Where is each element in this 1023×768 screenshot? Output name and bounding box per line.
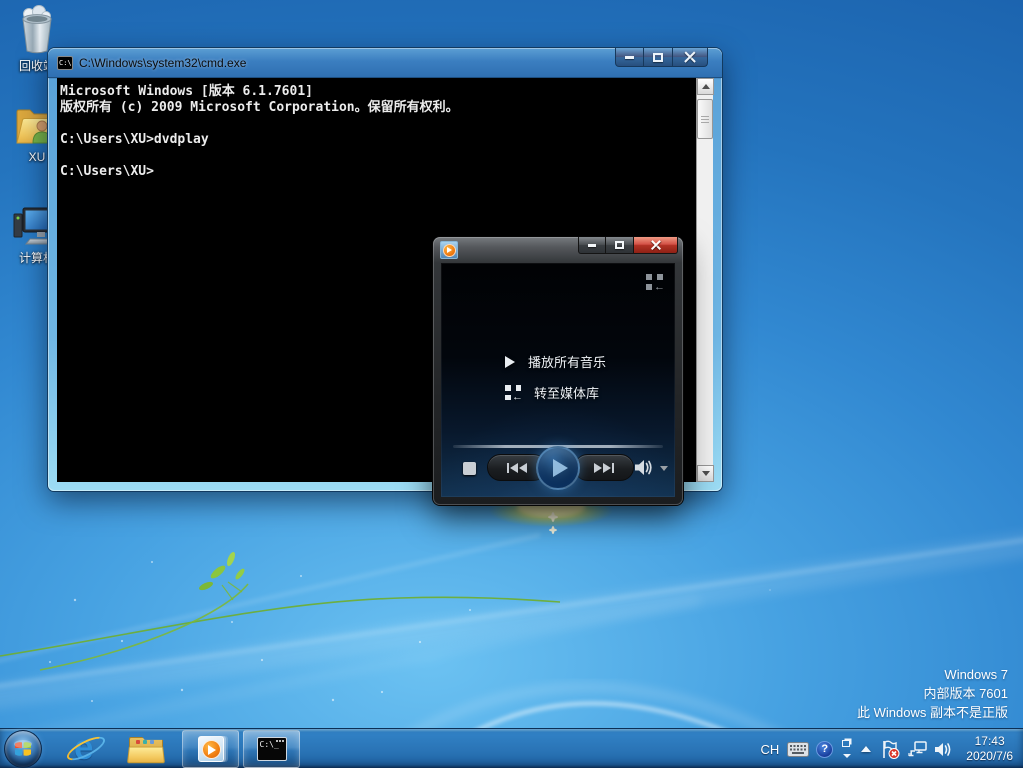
keyboard-icon: [787, 742, 809, 757]
maximize-button[interactable]: [644, 48, 673, 67]
close-button[interactable]: [673, 48, 708, 67]
console-line: [60, 116, 694, 132]
action-center-button[interactable]: [881, 740, 900, 759]
scroll-down-button[interactable]: [697, 465, 714, 482]
volume-dropdown-caret[interactable]: [660, 466, 668, 471]
taskbar-clock[interactable]: 17:43 2020/7/6: [966, 734, 1013, 764]
media-player-window: ← 播放所有音乐 ← 转至媒体库: [433, 237, 683, 505]
minimize-button[interactable]: [578, 237, 606, 254]
maximize-icon: [653, 53, 663, 62]
close-icon: [651, 240, 661, 250]
close-button[interactable]: [634, 237, 678, 254]
media-player-caption-buttons: [578, 237, 678, 254]
switch-to-library-button[interactable]: ←: [646, 274, 663, 290]
maximize-icon: [615, 241, 624, 249]
arrow-left-icon: ←: [654, 282, 665, 293]
keyboard-layout-button[interactable]: [787, 742, 809, 757]
console-line: C:\Users\XU>dvdplay: [60, 132, 694, 148]
wmp-icon: [196, 734, 226, 764]
scrollbar-thumb[interactable]: [697, 99, 713, 139]
playback-controls: [441, 445, 675, 491]
play-icon: [553, 459, 568, 477]
console-line: C:\Users\XU>: [60, 164, 694, 180]
language-bar-icon: [840, 740, 854, 758]
arrow-down-icon: [702, 471, 710, 476]
next-button[interactable]: [574, 454, 634, 481]
library-icon: ←: [505, 385, 521, 400]
menu-item-label: 播放所有音乐: [528, 352, 606, 371]
arrow-up-icon: [702, 84, 710, 89]
internet-explorer-icon: e: [68, 732, 104, 766]
volume-tray-button[interactable]: [934, 741, 953, 758]
media-player-titlebar[interactable]: [433, 237, 683, 263]
cmd-window-icon: C:\: [57, 56, 73, 70]
clock-date: 2020/7/6: [966, 749, 1013, 764]
system-tray: CH ?: [761, 729, 1023, 768]
language-help-button[interactable]: ?: [816, 741, 833, 758]
taskbar: e C:\_ CH: [0, 728, 1023, 768]
network-button[interactable]: [907, 740, 927, 758]
maximize-button[interactable]: [606, 237, 634, 254]
next-icon: [594, 463, 602, 473]
play-all-music-item[interactable]: 播放所有音乐: [505, 352, 606, 371]
minimize-icon: [588, 244, 596, 247]
console-line: Microsoft Windows [版本 6.1.7601]: [60, 84, 694, 100]
now-playing-area: ← 播放所有音乐 ← 转至媒体库: [441, 263, 675, 497]
taskbar-cmd-button[interactable]: C:\_: [243, 730, 300, 768]
speaker-icon: [934, 741, 953, 758]
input-method-indicator[interactable]: CH: [761, 742, 780, 757]
close-icon: [684, 51, 696, 63]
play-icon: [505, 356, 515, 368]
genuine-watermark: Windows 7 内部版本 7601 此 Windows 副本不是正版: [857, 665, 1008, 722]
taskbar-explorer-button[interactable]: [120, 731, 172, 767]
wmp-app-icon[interactable]: [440, 241, 458, 259]
minimize-icon: [625, 56, 634, 59]
network-icon: [907, 740, 927, 758]
stop-button[interactable]: [463, 462, 476, 475]
scroll-up-button[interactable]: [697, 78, 714, 95]
cmd-window-title: C:\Windows\system32\cmd.exe: [79, 56, 246, 70]
clock-time: 17:43: [966, 734, 1013, 749]
wmp-orb-icon: [443, 244, 456, 257]
go-to-library-item[interactable]: ← 转至媒体库: [505, 383, 599, 402]
cmd-icon: C:\_: [257, 737, 287, 761]
show-hidden-icons-button[interactable]: [861, 746, 871, 752]
windows-flag-icon: [12, 738, 34, 760]
taskbar-wmp-button[interactable]: [182, 730, 239, 768]
minimize-button[interactable]: [615, 48, 644, 67]
play-button[interactable]: [536, 446, 580, 490]
desktop: 回收站 XU 计算机 Windows 7: [0, 0, 1023, 768]
taskbar-ie-button[interactable]: e: [60, 731, 112, 767]
watermark-line-2: 内部版本 7601: [857, 684, 1008, 703]
console-line: [60, 148, 694, 164]
watermark-line-1: Windows 7: [857, 665, 1008, 684]
console-line: 版权所有 (c) 2009 Microsoft Corporation。保留所有…: [60, 100, 694, 116]
watermark-line-3: 此 Windows 副本不是正版: [857, 703, 1008, 722]
menu-item-label: 转至媒体库: [534, 383, 599, 402]
cmd-caption-buttons: [615, 48, 708, 67]
chevron-up-icon: [861, 746, 871, 752]
volume-button[interactable]: [634, 458, 654, 482]
start-button[interactable]: [4, 730, 42, 768]
previous-icon: [507, 463, 510, 473]
flag-alert-icon: [881, 740, 900, 759]
console-scrollbar[interactable]: [696, 78, 713, 482]
language-bar-options-button[interactable]: [840, 740, 854, 758]
explorer-folder-icon: [128, 735, 164, 764]
help-icon: ?: [816, 741, 833, 758]
speaker-icon: [634, 458, 654, 477]
